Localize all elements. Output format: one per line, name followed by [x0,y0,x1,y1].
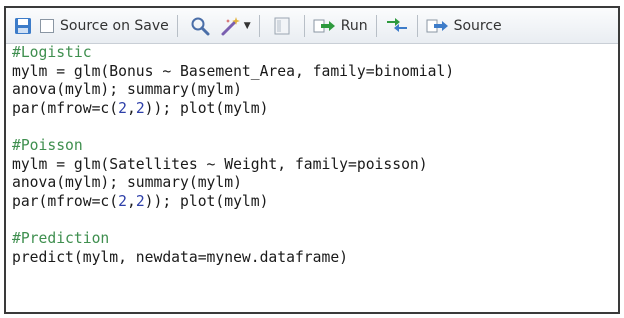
code-line: par(mfrow=c(2,2)); plot(mylm) [12,193,618,212]
code-token: , [126,192,136,210]
source-on-save-label[interactable]: Source on Save [60,18,169,34]
run-button[interactable]: Run [313,13,368,39]
code-number: 2 [118,192,127,210]
save-icon[interactable] [14,17,32,35]
code-line: predict(mylm, newdata=mynew.dataframe) [12,248,349,266]
code-editor[interactable]: #Logistic mylm = glm(Bonus ~ Basement_Ar… [6,44,618,312]
rerun-icon[interactable] [385,17,409,35]
compile-report-icon[interactable] [274,17,290,35]
toolbar-separator [416,14,418,37]
code-token: )); plot(mylm) [144,192,269,210]
code-line: anova(mylm); summary(mylm) [12,174,242,192]
toolbar-separator [258,14,260,37]
run-arrow-icon [313,19,335,32]
code-line: #Prediction [12,229,110,247]
code-token: par(mfrow=c( [12,99,119,117]
code-token: par(mfrow=c( [12,192,119,210]
rstudio-source-editor: Source on Save ▼ Run Source #Logistic my… [4,6,620,314]
run-label: Run [340,17,368,34]
toolbar-separator [176,14,178,37]
editor-toolbar: Source on Save ▼ Run Source [6,8,618,44]
code-token: )); plot(mylm) [144,99,269,117]
search-icon[interactable] [190,16,210,36]
code-number: 2 [118,99,127,117]
toolbar-separator [303,14,305,37]
source-arrow-icon [426,19,448,32]
source-label: Source [453,17,502,34]
code-line: #Logistic [12,44,92,61]
source-button[interactable]: Source [426,13,502,39]
code-line: mylm = glm(Bonus ~ Basement_Area, family… [12,62,455,80]
toolbar-separator [375,14,377,37]
code-number: 2 [135,192,145,210]
code-line: par(mfrow=c(2,2)); plot(mylm) [12,100,618,119]
code-tools-wand-icon[interactable] [220,15,242,37]
code-line: #Poisson [12,136,83,154]
chevron-down-icon[interactable]: ▼ [244,21,251,31]
source-on-save-checkbox[interactable] [40,18,54,33]
code-token: , [126,99,136,117]
code-line: mylm = glm(Satellites ~ Weight, family=p… [12,155,428,173]
code-number: 2 [135,99,145,117]
code-line: anova(mylm); summary(mylm) [12,81,242,99]
